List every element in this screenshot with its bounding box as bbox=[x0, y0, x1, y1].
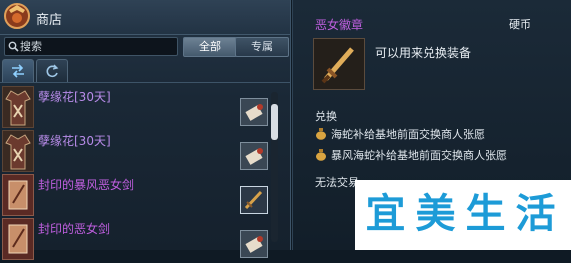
sealed-sword-icon bbox=[2, 174, 34, 216]
tab-exchange[interactable] bbox=[2, 59, 34, 82]
list-item[interactable]: 封印的暴风恶女剑 bbox=[0, 172, 268, 216]
shop-window: 商店 全部 专属 bbox=[0, 0, 291, 260]
exchange-label: 兑换 bbox=[315, 110, 337, 123]
clothing-icon bbox=[2, 86, 34, 128]
tooltip-title: 恶女徽章 bbox=[315, 18, 364, 32]
item-name: 孽缘花[30天] bbox=[38, 134, 111, 148]
shop-title: 商店 bbox=[36, 13, 63, 28]
watermark: 宜 美 生 活 bbox=[355, 180, 571, 250]
watermark-char: 美 bbox=[415, 191, 456, 237]
no-trade-notice: 无法交易 bbox=[315, 176, 359, 189]
shop-title-bar[interactable]: 商店 bbox=[0, 0, 290, 35]
exchange-location-text: 暴风海蛇补给基地前面交换商人张愿 bbox=[331, 149, 507, 162]
item-list-scrollbar[interactable] bbox=[271, 92, 278, 242]
item-name: 孽缘花[30天] bbox=[38, 90, 111, 104]
watermark-char: 生 bbox=[465, 191, 506, 237]
list-item[interactable]: 孽缘花[30天] bbox=[0, 128, 268, 172]
exchange-location-text: 海蛇补给基地前面交换商人张愿 bbox=[331, 128, 485, 141]
shop-tabs bbox=[0, 58, 290, 83]
search-icon bbox=[8, 41, 19, 52]
list-item[interactable]: 孽缘花[30天] bbox=[0, 84, 268, 128]
scroll-icon[interactable] bbox=[240, 98, 268, 126]
tooltip-item-type: 硬币 bbox=[509, 18, 531, 31]
filter-exclusive-button[interactable]: 专属 bbox=[235, 37, 289, 57]
refresh-icon bbox=[46, 64, 59, 78]
tab-refresh[interactable] bbox=[36, 59, 68, 82]
item-name: 封印的暴风恶女剑 bbox=[38, 178, 135, 192]
list-item[interactable]: 封印的恶女剑 bbox=[0, 216, 268, 260]
item-name: 封印的恶女剑 bbox=[38, 222, 111, 236]
item-list: 孽缘花[30天] 孽缘花[30天] 封印的暴风恶女剑 封印的恶女剑 bbox=[0, 84, 290, 260]
clothing-icon bbox=[2, 130, 34, 172]
sealed-sword-icon bbox=[2, 218, 34, 260]
search-row: 全部 专属 bbox=[0, 34, 290, 57]
badge-dagger-icon bbox=[313, 38, 365, 90]
money-bag-icon bbox=[316, 149, 326, 161]
filter-all-button[interactable]: 全部 bbox=[183, 37, 237, 57]
scroll-icon[interactable] bbox=[240, 230, 268, 258]
watermark-char: 宜 bbox=[365, 191, 406, 237]
tooltip-description: 可以用来兑换装备 bbox=[375, 46, 472, 60]
money-bag-icon bbox=[316, 128, 326, 140]
dagger-icon[interactable] bbox=[240, 186, 268, 214]
watermark-char: 活 bbox=[515, 191, 556, 237]
search-input[interactable] bbox=[20, 38, 170, 55]
scroll-icon[interactable] bbox=[240, 142, 268, 170]
shop-emblem-icon bbox=[4, 3, 30, 29]
search-box[interactable] bbox=[4, 37, 178, 56]
exchange-arrows-icon bbox=[12, 64, 24, 78]
scrollbar-thumb[interactable] bbox=[271, 104, 278, 140]
